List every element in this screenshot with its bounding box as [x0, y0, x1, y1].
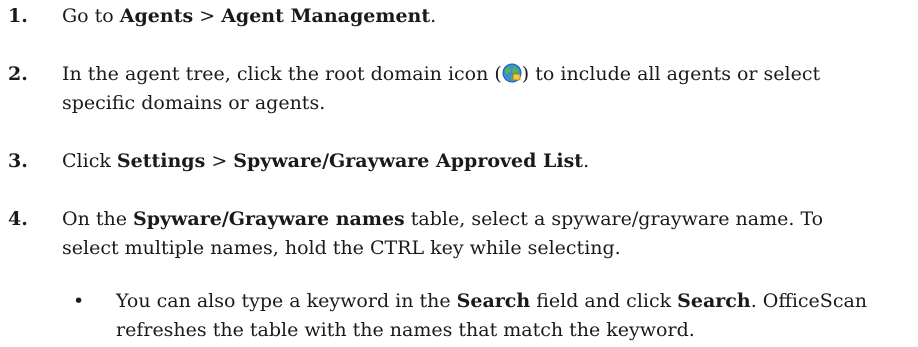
- step-number: 4.: [8, 208, 28, 230]
- table-name-ref: Spyware/Grayware names: [133, 208, 405, 230]
- step-text: In the agent tree, click the root domain…: [62, 63, 821, 85]
- bullet-text: You can also type a keyword in the Searc…: [116, 290, 868, 312]
- bullet-text-line2: refreshes the table with the names that …: [116, 319, 695, 341]
- menu-agent-management: Agent Management: [221, 5, 431, 27]
- step-text: On the Spyware/Grayware names table, sel…: [62, 208, 824, 230]
- step-number: 2.: [8, 63, 28, 85]
- menu-agents: Agents: [119, 5, 194, 27]
- step-text-line2: specific domains or agents.: [62, 92, 326, 114]
- step-number: 1.: [8, 5, 28, 27]
- document-page: 1. Go to Agents > Agent Management. 2. I…: [0, 0, 918, 347]
- menu-settings: Settings: [116, 150, 206, 172]
- bullet-marker: •: [73, 290, 85, 312]
- search-field-ref: Search: [456, 290, 531, 312]
- step-text-line2: select multiple names, hold the CTRL key…: [62, 237, 621, 259]
- step-number: 3.: [8, 150, 28, 172]
- step-text: Click Settings > Spyware/Grayware Approv…: [62, 150, 590, 172]
- step-text: Go to Agents > Agent Management.: [62, 5, 437, 27]
- globe-domain-icon: [502, 63, 522, 83]
- menu-approved-list: Spyware/Grayware Approved List: [233, 150, 584, 172]
- search-button-ref: Search: [677, 290, 751, 312]
